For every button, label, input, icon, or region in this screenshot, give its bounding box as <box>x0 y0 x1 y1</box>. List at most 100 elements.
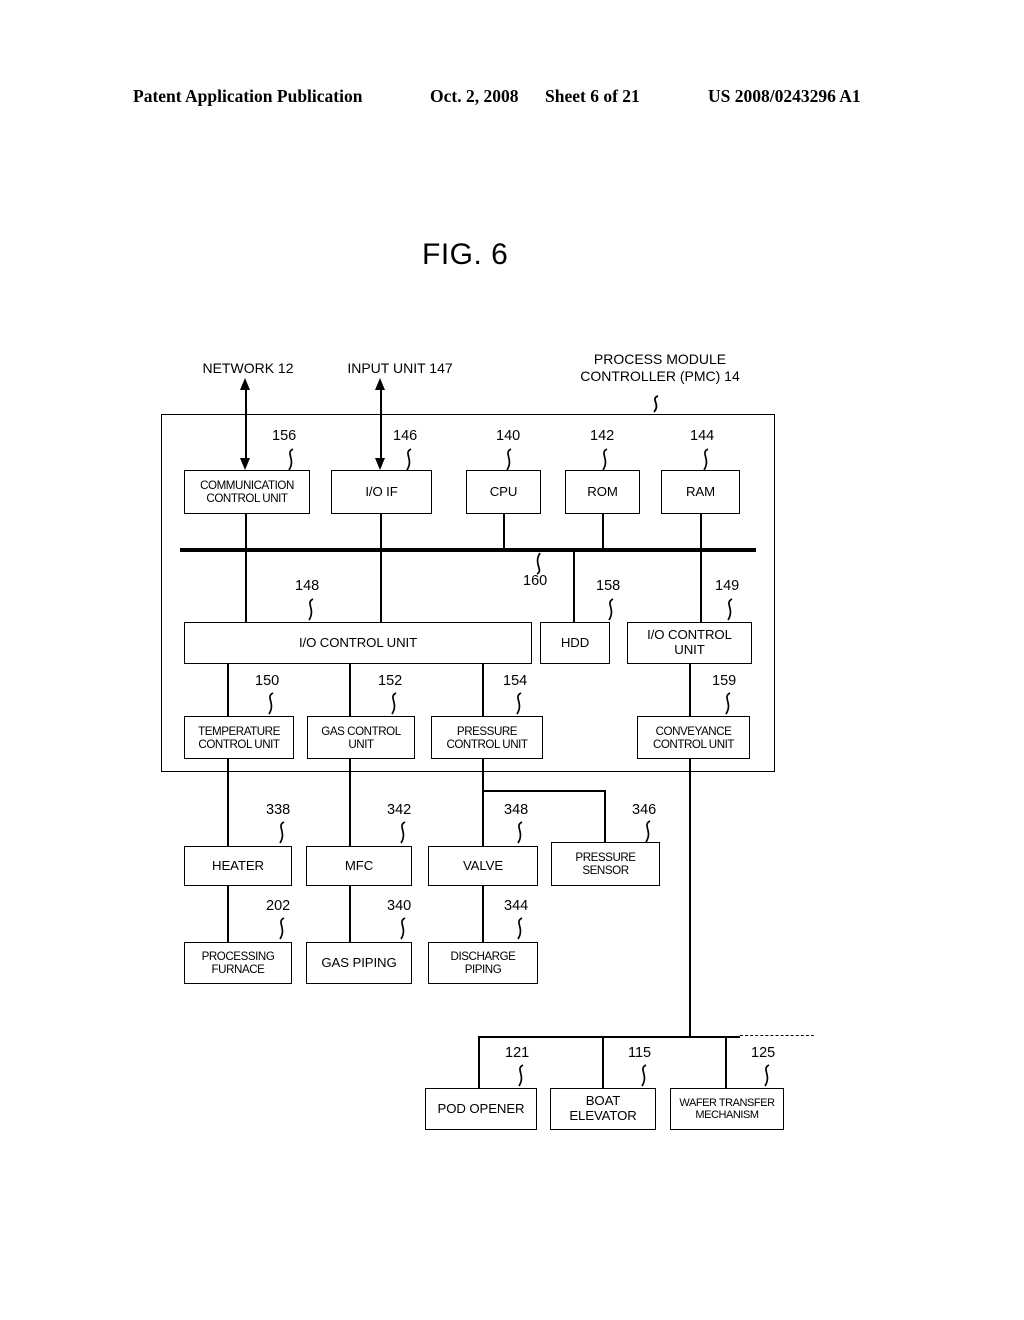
pressure-to-valve-line <box>482 759 484 846</box>
branch-to-boat-elevator-line <box>602 1036 604 1088</box>
input-unit-arrow-up-icon <box>375 378 385 390</box>
pmc-leader-squiggle <box>653 395 659 413</box>
cpu-box[interactable]: CPU <box>466 470 541 514</box>
hdd-leader-squiggle <box>608 598 614 621</box>
heater-to-furnace-line <box>227 886 229 942</box>
valve-box[interactable]: VALVE <box>428 846 538 886</box>
ioif-to-bus-line <box>380 514 382 550</box>
mfc-box[interactable]: MFC <box>306 846 412 886</box>
conveyance-control-unit-box[interactable]: CONVEYANCE CONTROL UNIT <box>637 716 750 759</box>
input-unit-connector-line <box>380 384 382 466</box>
publication-label: Patent Application Publication <box>133 86 363 106</box>
bus-to-io-control-unit-149-line <box>700 552 702 622</box>
figure-title: FIG. 6 <box>422 238 509 271</box>
io-if-leader-squiggle <box>406 448 412 471</box>
wafer-transfer-mechanism-leader-squiggle <box>764 1064 770 1087</box>
pod-opener-ref: 121 <box>505 1045 530 1061</box>
io-control-to-gas-line <box>349 664 351 716</box>
mfc-to-gas-piping-line <box>349 886 351 942</box>
rom-box[interactable]: ROM <box>565 470 640 514</box>
boat-elevator-leader-squiggle <box>641 1064 647 1087</box>
cpu-leader-squiggle <box>506 448 512 471</box>
valve-ref: 348 <box>504 802 529 818</box>
io-control-to-pressure-line <box>482 664 484 716</box>
network-connector-line <box>245 384 247 466</box>
branch-to-wafer-transfer-line <box>725 1036 727 1088</box>
discharge-piping-leader-squiggle <box>517 917 523 940</box>
gas-control-unit-box[interactable]: GAS CONTROL UNIT <box>307 716 415 759</box>
pressure-sensor-ref: 346 <box>632 802 657 818</box>
pressure-control-unit-ref: 154 <box>503 673 528 689</box>
ram-to-bus-line <box>700 514 702 550</box>
hdd-ref: 158 <box>596 578 621 594</box>
gas-control-unit-leader-squiggle <box>391 692 397 715</box>
wafer-transfer-mechanism-box[interactable]: WAFER TRANSFER MECHANISM <box>670 1088 784 1130</box>
pressure-branch-horizontal-line <box>482 790 606 792</box>
ram-leader-squiggle <box>703 448 709 471</box>
io-control-unit-149-ref: 149 <box>715 578 740 594</box>
boat-elevator-box[interactable]: BOAT ELEVATOR <box>550 1088 656 1130</box>
gas-control-unit-ref: 152 <box>378 673 403 689</box>
network-arrow-icon <box>240 458 250 470</box>
gas-piping-box[interactable]: GAS PIPING <box>306 942 412 984</box>
sheet-number: Sheet 6 of 21 <box>545 86 640 106</box>
io-control-unit-149-box[interactable]: I/O CONTROL UNIT <box>627 622 752 664</box>
bus-leader-squiggle <box>536 552 541 575</box>
pod-opener-leader-squiggle <box>518 1064 524 1087</box>
valve-leader-squiggle <box>517 821 523 844</box>
conveyance-control-unit-leader-squiggle <box>725 692 731 715</box>
communication-control-unit-leader-squiggle <box>288 448 294 471</box>
processing-furnace-ref: 202 <box>266 898 291 914</box>
io-if-ref: 146 <box>393 428 418 444</box>
cpu-to-bus-line <box>503 514 505 550</box>
rom-leader-squiggle <box>602 448 608 471</box>
pressure-sensor-box[interactable]: PRESSURE SENSOR <box>551 842 660 886</box>
system-bus <box>180 548 756 553</box>
conveyance-down-line <box>689 759 691 1037</box>
heater-ref: 338 <box>266 802 291 818</box>
gas-piping-ref: 340 <box>387 898 412 914</box>
network-label: NETWORK 12 <box>202 360 294 376</box>
pressure-control-unit-leader-squiggle <box>516 692 522 715</box>
temperature-control-unit-leader-squiggle <box>268 692 274 715</box>
io-control-unit-149-leader-squiggle <box>727 598 733 621</box>
hdd-box[interactable]: HDD <box>540 622 610 664</box>
boat-elevator-ref: 115 <box>628 1045 652 1061</box>
pod-opener-box[interactable]: POD OPENER <box>425 1088 537 1130</box>
communication-control-unit-box[interactable]: COMMUNICATION CONTROL UNIT <box>184 470 310 514</box>
heater-box[interactable]: HEATER <box>184 846 292 886</box>
conveyance-branch-dashed-line <box>740 1035 814 1036</box>
branch-to-pod-opener-line <box>478 1036 480 1088</box>
gas-piping-leader-squiggle <box>400 917 406 940</box>
temperature-control-unit-ref: 150 <box>255 673 280 689</box>
patent-header: Patent Application Publication Oct. 2, 2… <box>0 86 1024 112</box>
network-arrow-up-icon <box>240 378 250 390</box>
rom-ref: 142 <box>590 428 615 444</box>
gas-to-mfc-line <box>349 759 351 846</box>
communication-to-bus-line <box>245 514 247 550</box>
input-unit-arrow-icon <box>375 458 385 470</box>
patent-number: US 2008/0243296 A1 <box>708 86 861 106</box>
ram-box[interactable]: RAM <box>661 470 740 514</box>
bus-to-io-control-unit-148-line-b <box>380 552 382 622</box>
io-control-to-temperature-line <box>227 664 229 716</box>
communication-control-unit-ref: 156 <box>272 428 297 444</box>
io-control-unit-148-box[interactable]: I/O CONTROL UNIT <box>184 622 532 664</box>
discharge-piping-box[interactable]: DISCHARGE PIPING <box>428 942 538 984</box>
pressure-sensor-leader-squiggle <box>645 820 651 843</box>
conveyance-branch-horizontal-line <box>478 1036 740 1038</box>
temperature-control-unit-box[interactable]: TEMPERATURE CONTROL UNIT <box>184 716 294 759</box>
rom-to-bus-line <box>602 514 604 550</box>
processing-furnace-leader-squiggle <box>279 917 285 940</box>
mfc-leader-squiggle <box>400 821 406 844</box>
pressure-control-unit-box[interactable]: PRESSURE CONTROL UNIT <box>431 716 543 759</box>
bus-to-hdd-line <box>573 552 575 622</box>
pmc-label: PROCESS MODULE CONTROLLER (PMC) 14 <box>580 351 740 384</box>
bus-to-io-control-unit-148-line <box>245 552 247 622</box>
valve-to-discharge-piping-line <box>482 886 484 942</box>
processing-furnace-box[interactable]: PROCESSING FURNACE <box>184 942 292 984</box>
io-if-box[interactable]: I/O IF <box>331 470 432 514</box>
conveyance-control-unit-ref: 159 <box>712 673 737 689</box>
pressure-branch-to-sensor-line <box>604 790 606 846</box>
discharge-piping-ref: 344 <box>504 898 529 914</box>
